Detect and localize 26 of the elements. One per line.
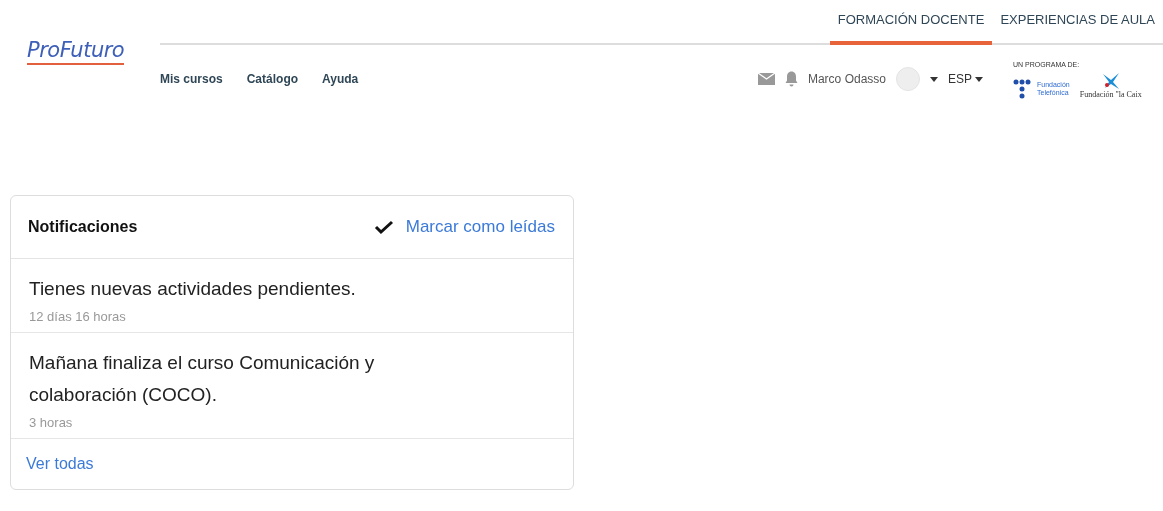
check-icon	[373, 219, 394, 235]
star-logo-icon	[1100, 72, 1121, 90]
nav-tab[interactable]: EXPERIENCIAS DE AULA	[992, 0, 1163, 45]
dots-logo-icon	[1013, 79, 1031, 99]
user-name: Marco Odasso	[807, 72, 886, 86]
caret-icon	[930, 76, 938, 82]
panel-title: Notificaciones	[28, 218, 138, 236]
language-selector[interactable]: ESP	[948, 72, 983, 86]
sponsor-name: Fundación "la Caix	[1079, 90, 1142, 99]
notification-text: Tienes nuevas actividades pendientes.	[29, 277, 357, 301]
user-menu-button[interactable]	[930, 76, 938, 82]
mark-read-link[interactable]: Marcar como leídas	[373, 217, 555, 237]
logo[interactable]: ProFuturo	[27, 38, 125, 65]
notification-time: 3 horas	[29, 415, 74, 430]
nav-link[interactable]: Ayuda	[322, 72, 359, 86]
notification-text: Mañana finaliza el curso Comunicación y colaboración (COCO).	[29, 351, 376, 407]
notification-time: 12 días 16 horas	[29, 309, 127, 324]
nav-link[interactable]: Catálogo	[246, 72, 299, 86]
see-all-link[interactable]: Ver todas	[26, 455, 94, 472]
nav-link[interactable]: Mis cursos	[160, 72, 223, 86]
notification-item[interactable]: Tienes nuevas actividades pendientes. 12 días 16 horas	[11, 259, 573, 333]
envelope-icon[interactable]	[757, 73, 775, 85]
notification-item[interactable]: Mañana finaliza el curso Comunicación y colaboración (COCO). 3 horas	[11, 333, 573, 439]
bell-icon[interactable]	[784, 71, 798, 87]
nav-tab[interactable]: FORMACIÓN DOCENTE	[829, 0, 993, 45]
caret-icon	[975, 76, 983, 82]
